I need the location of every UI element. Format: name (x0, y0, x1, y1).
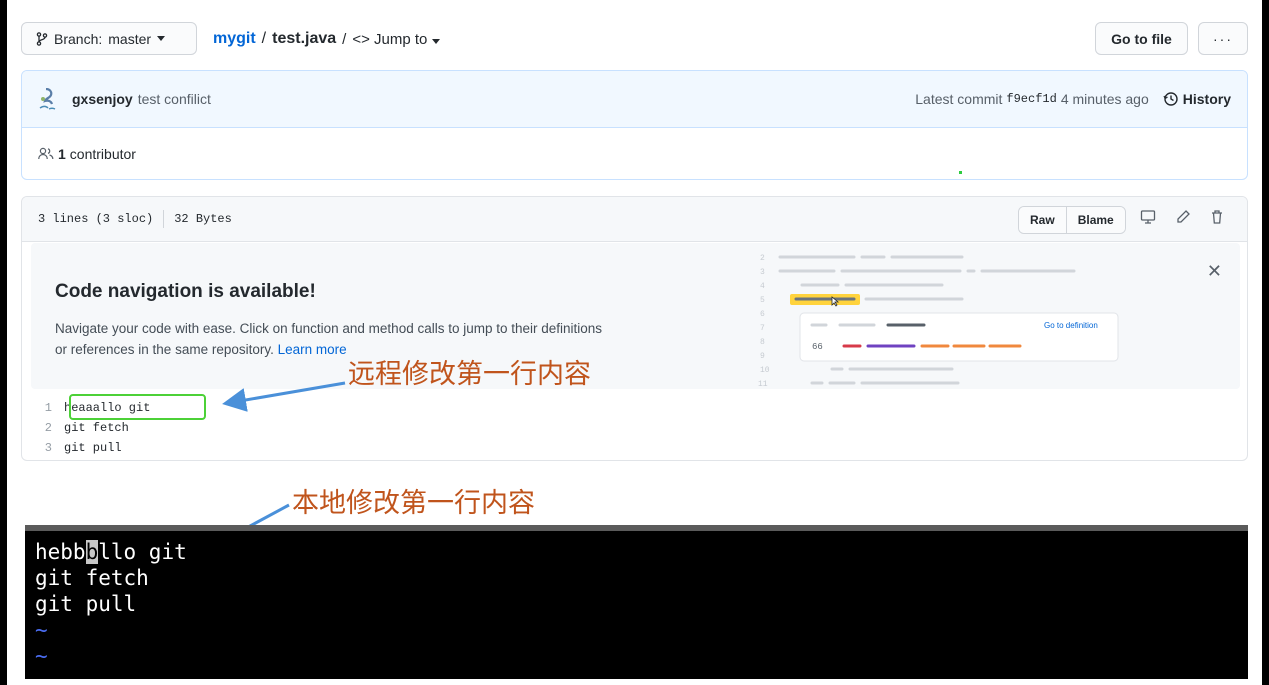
terminal-line-2: git fetch (35, 566, 149, 590)
vim-terminal[interactable]: hebbbllo git git fetch git pull ~ ~ (25, 531, 1248, 679)
cursor: b (85, 540, 99, 564)
arrow-to-remote (222, 381, 346, 412)
terminal-line-3: git pull (35, 592, 137, 616)
screenshot-frame: Branch: master mygit / test.java / <> Ju… (7, 0, 1262, 685)
empty-line-tilde: ~ (35, 618, 48, 642)
empty-line-tilde: ~ (35, 644, 48, 668)
terminal-text: llo git (98, 540, 187, 564)
terminal-line-1: hebbbllo git (35, 539, 1248, 565)
terminal-text: hebb (35, 540, 86, 564)
